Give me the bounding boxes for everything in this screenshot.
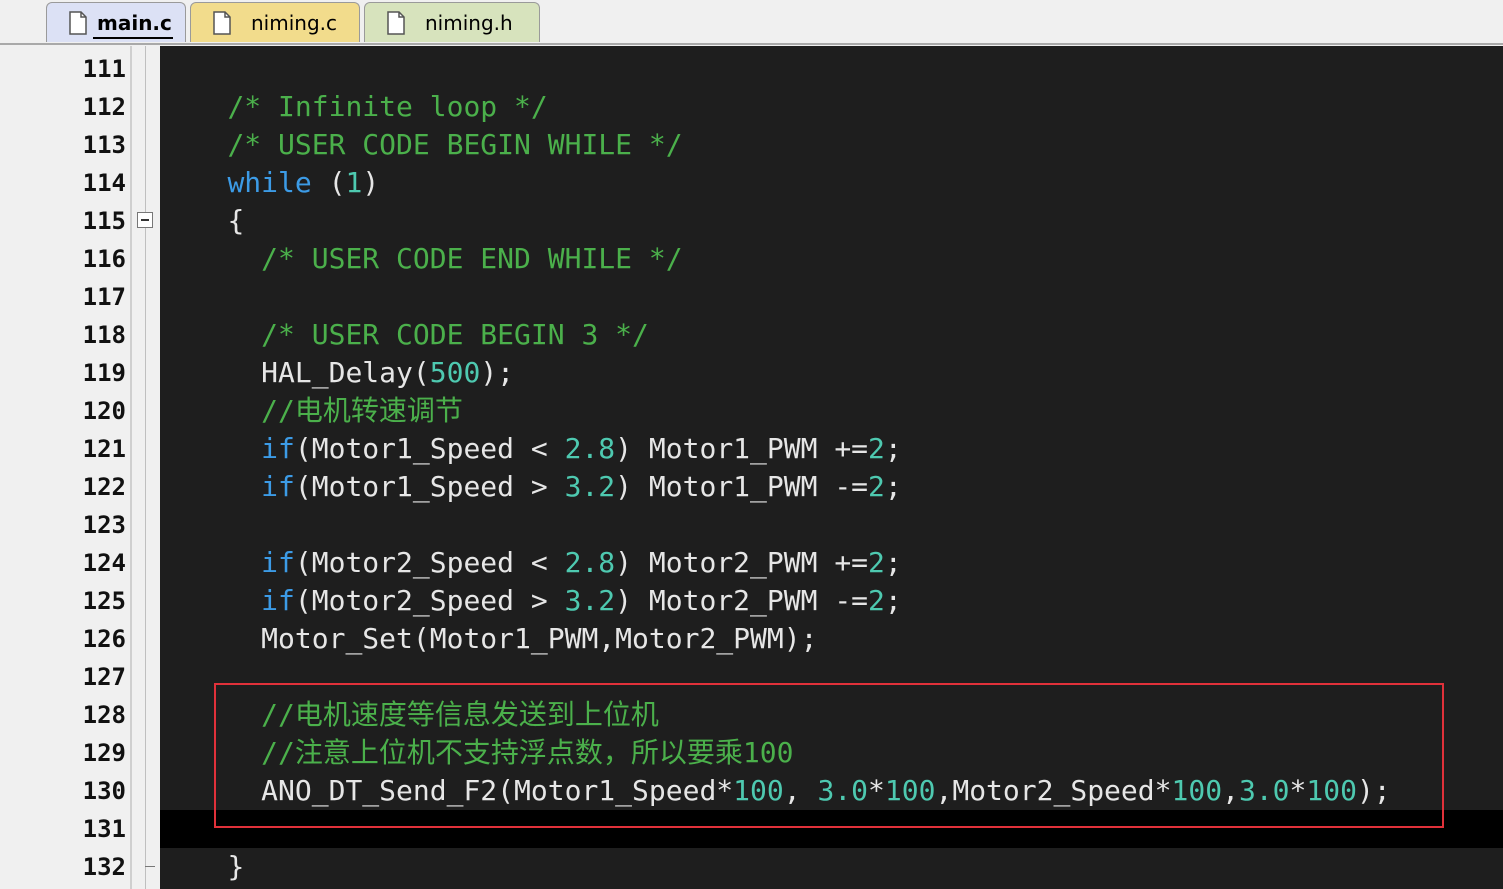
code-token: ) Motor1_PWM += bbox=[615, 432, 869, 465]
code-line[interactable]: Motor_Set(Motor1_PWM,Motor2_PWM); bbox=[160, 620, 817, 658]
code-line[interactable]: if(Motor2_Speed < 2.8) Motor2_PWM +=2; bbox=[160, 544, 902, 582]
code-token: ) Motor1_PWM -= bbox=[615, 470, 869, 503]
line-number: 111 bbox=[82, 55, 126, 83]
document-icon bbox=[387, 11, 405, 35]
line-number: 115 bbox=[82, 207, 126, 235]
document-icon bbox=[213, 11, 231, 35]
code-token: ; bbox=[884, 546, 902, 579]
code-line[interactable] bbox=[160, 278, 194, 316]
code-token: 2 bbox=[868, 546, 885, 579]
code-token: (Motor1_Speed > bbox=[294, 470, 565, 503]
code-line[interactable] bbox=[160, 50, 194, 88]
code-token: while bbox=[227, 166, 312, 199]
code-token: if bbox=[261, 470, 295, 503]
code-token: 2 bbox=[868, 432, 885, 465]
code-token: { bbox=[227, 204, 245, 237]
fold-collapse-icon[interactable] bbox=[137, 212, 153, 228]
code-token: if bbox=[261, 432, 295, 465]
code-token: if bbox=[261, 546, 295, 579]
line-number: 127 bbox=[82, 663, 126, 691]
fold-end-marker bbox=[145, 866, 155, 867]
code-token: ; bbox=[884, 584, 902, 617]
code-token: //电机转速调节 bbox=[261, 394, 463, 427]
document-icon bbox=[69, 11, 87, 35]
code-token: 1 bbox=[345, 166, 363, 199]
code-line[interactable]: { bbox=[160, 202, 244, 240]
line-number: 121 bbox=[82, 435, 126, 463]
line-number: 113 bbox=[82, 131, 126, 159]
code-token: (Motor1_Speed < bbox=[294, 432, 565, 465]
line-number: 130 bbox=[82, 777, 126, 805]
line-number: 118 bbox=[82, 321, 126, 349]
code-line[interactable] bbox=[160, 810, 194, 848]
code-line[interactable]: if(Motor1_Speed < 2.8) Motor1_PWM +=2; bbox=[160, 430, 902, 468]
tab-main-c[interactable]: main.c bbox=[46, 2, 186, 42]
line-number: 120 bbox=[82, 397, 126, 425]
line-number: 119 bbox=[82, 359, 126, 387]
line-number: 128 bbox=[82, 701, 126, 729]
code-token: Motor_Set(Motor1_PWM,Motor2_PWM); bbox=[261, 622, 818, 655]
code-token: ) Motor2_PWM -= bbox=[615, 584, 869, 617]
code-token: 3.2 bbox=[564, 470, 616, 503]
code-token: 2.8 bbox=[564, 546, 616, 579]
line-number: 123 bbox=[82, 511, 126, 539]
code-token: /* USER CODE END WHILE */ bbox=[261, 242, 683, 275]
tab-bar-border bbox=[0, 43, 1503, 45]
tab-niming-h[interactable]: niming.h bbox=[364, 2, 540, 42]
code-token: /* USER CODE BEGIN 3 */ bbox=[261, 318, 649, 351]
line-number: 116 bbox=[82, 245, 126, 273]
code-token: ); bbox=[480, 356, 515, 389]
code-token: /* Infinite loop */ bbox=[227, 90, 548, 123]
code-token: 2 bbox=[868, 470, 885, 503]
tab-niming-c[interactable]: niming.c bbox=[190, 2, 360, 42]
tab-label: main.c bbox=[97, 11, 172, 35]
annotation-highlight-box bbox=[214, 683, 1444, 828]
code-line[interactable]: while (1) bbox=[160, 164, 379, 202]
line-number: 129 bbox=[82, 739, 126, 767]
active-tab-indicator bbox=[93, 37, 173, 39]
code-token: ( bbox=[311, 166, 346, 199]
line-number: 132 bbox=[82, 853, 126, 881]
code-line[interactable]: HAL_Delay(500); bbox=[160, 354, 514, 392]
line-number: 112 bbox=[82, 93, 126, 121]
code-token: ) Motor2_PWM += bbox=[615, 546, 869, 579]
code-line[interactable]: //电机转速调节 bbox=[160, 392, 463, 430]
code-token: ) bbox=[362, 166, 380, 199]
code-line[interactable]: /* USER CODE BEGIN WHILE */ bbox=[160, 126, 683, 164]
code-token: (Motor2_Speed > bbox=[294, 584, 565, 617]
code-line[interactable]: /* USER CODE END WHILE */ bbox=[160, 240, 683, 278]
line-number: 122 bbox=[82, 473, 126, 501]
code-token: 500 bbox=[429, 356, 481, 389]
fold-guide bbox=[145, 46, 146, 889]
code-token: (Motor2_Speed < bbox=[294, 546, 565, 579]
code-token: } bbox=[227, 850, 245, 883]
gutter-divider bbox=[130, 46, 132, 889]
code-line[interactable]: /* Infinite loop */ bbox=[160, 88, 548, 126]
code-token: ; bbox=[884, 432, 902, 465]
code-token: 3.2 bbox=[564, 584, 616, 617]
code-line[interactable]: if(Motor2_Speed > 3.2) Motor2_PWM -=2; bbox=[160, 582, 902, 620]
line-number: 125 bbox=[82, 587, 126, 615]
code-line[interactable]: } bbox=[160, 848, 244, 886]
code-line[interactable]: /* USER CODE BEGIN 3 */ bbox=[160, 316, 649, 354]
code-line[interactable] bbox=[160, 658, 194, 696]
code-token: /* USER CODE BEGIN WHILE */ bbox=[227, 128, 683, 161]
line-number: 117 bbox=[82, 283, 126, 311]
code-token: ; bbox=[884, 470, 902, 503]
line-number: 114 bbox=[82, 169, 126, 197]
line-number: 126 bbox=[82, 625, 126, 653]
code-token: 2 bbox=[868, 584, 885, 617]
code-token: 2.8 bbox=[564, 432, 616, 465]
code-token: HAL_Delay( bbox=[261, 356, 430, 389]
code-line[interactable]: if(Motor1_Speed > 3.2) Motor1_PWM -=2; bbox=[160, 468, 902, 506]
code-line[interactable] bbox=[160, 506, 194, 544]
line-number: 131 bbox=[82, 815, 126, 843]
code-token: if bbox=[261, 584, 295, 617]
tab-label: niming.c bbox=[251, 11, 337, 35]
line-number: 124 bbox=[82, 549, 126, 577]
tab-label: niming.h bbox=[425, 11, 513, 35]
